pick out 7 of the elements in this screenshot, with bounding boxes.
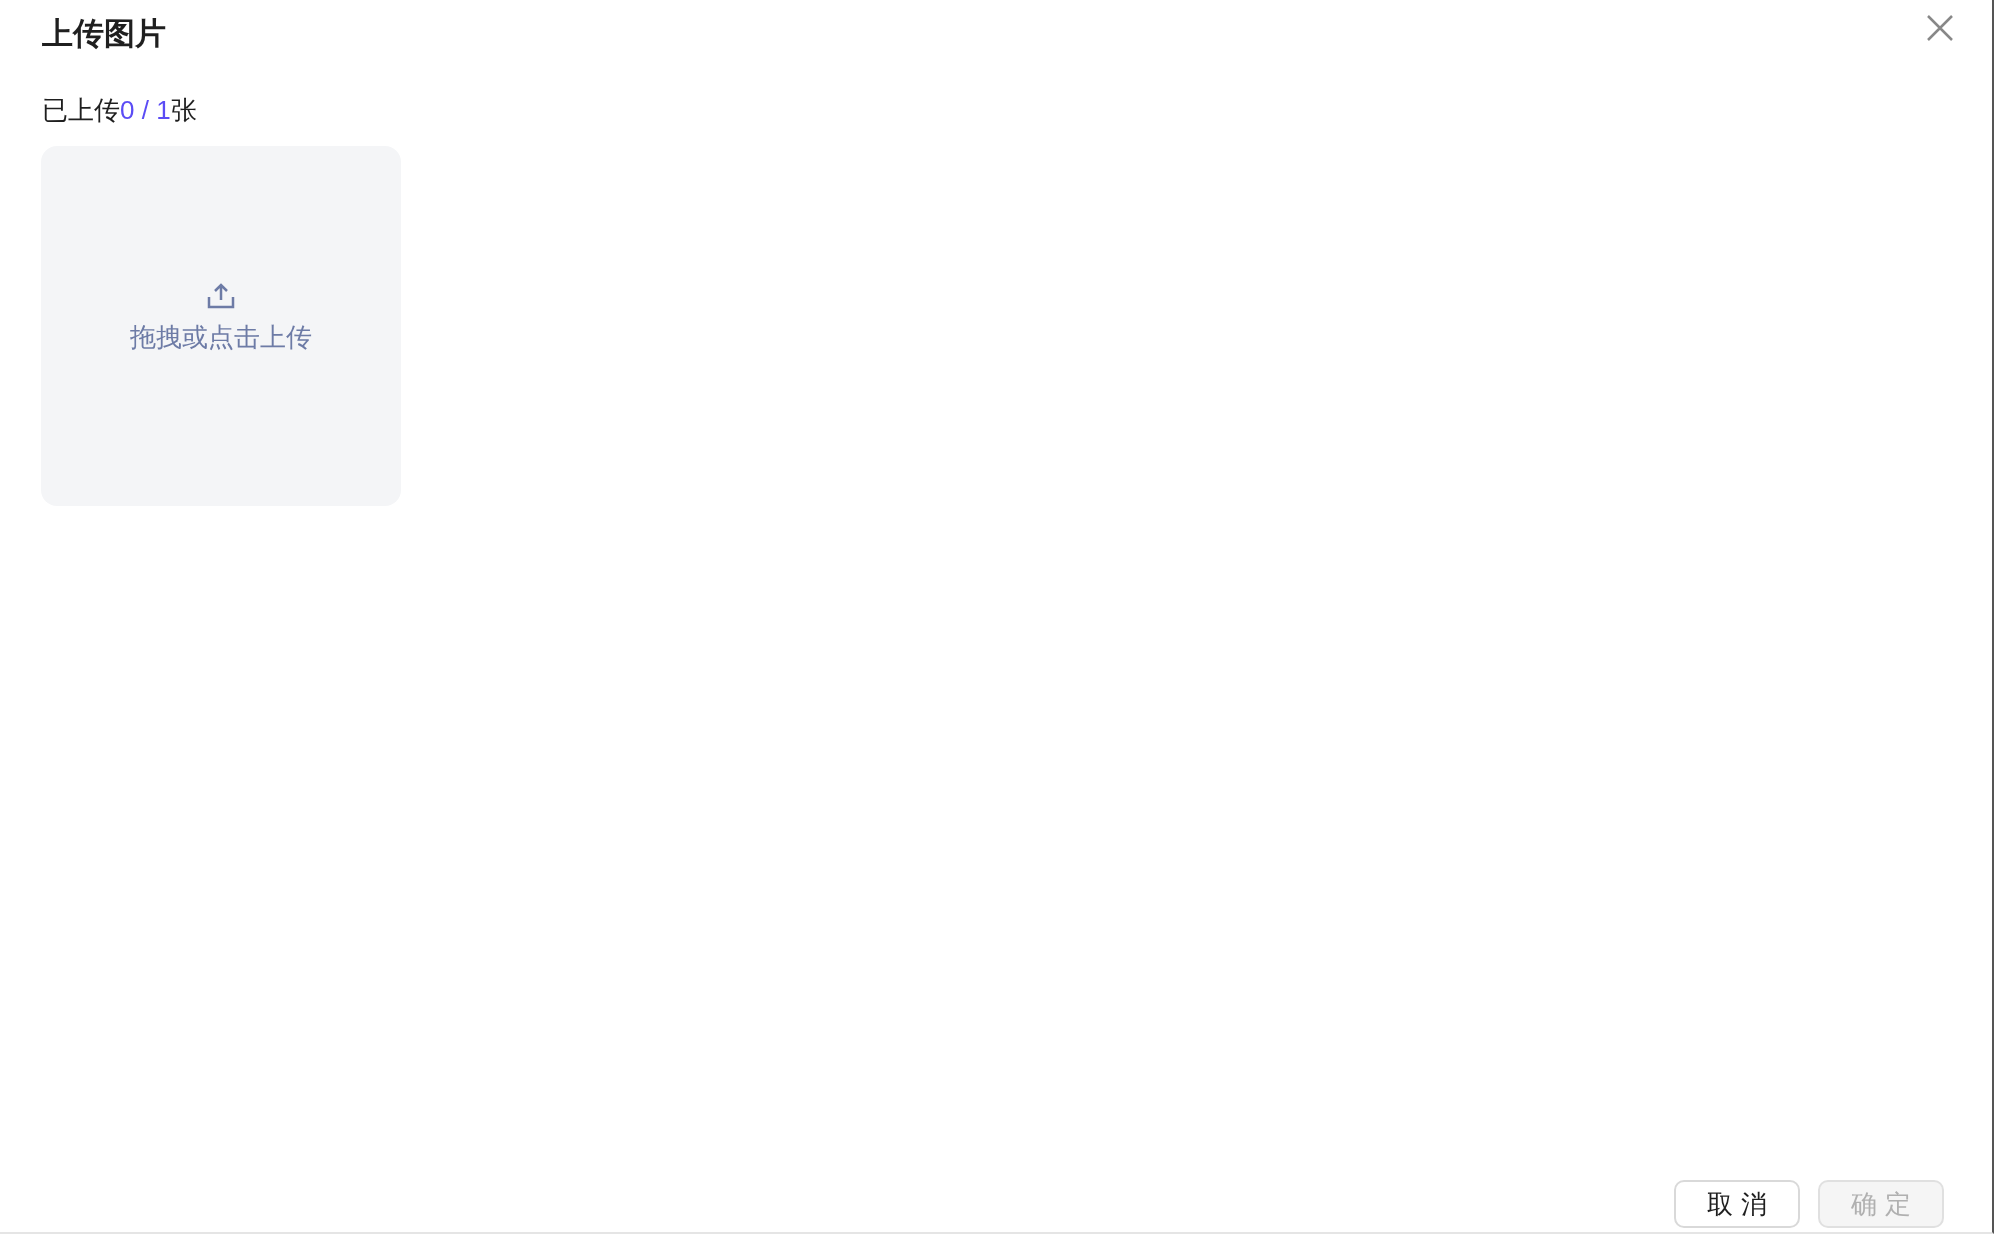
- close-icon: [1926, 14, 1954, 42]
- dialog-title: 上传图片: [42, 15, 166, 53]
- upload-count: 已上传0 / 1张: [42, 95, 197, 125]
- upload-dropzone[interactable]: 拖拽或点击上传: [41, 146, 401, 506]
- cancel-button[interactable]: 取 消: [1674, 1180, 1800, 1228]
- upload-icon: [207, 283, 235, 309]
- dropzone-label: 拖拽或点击上传: [130, 321, 312, 354]
